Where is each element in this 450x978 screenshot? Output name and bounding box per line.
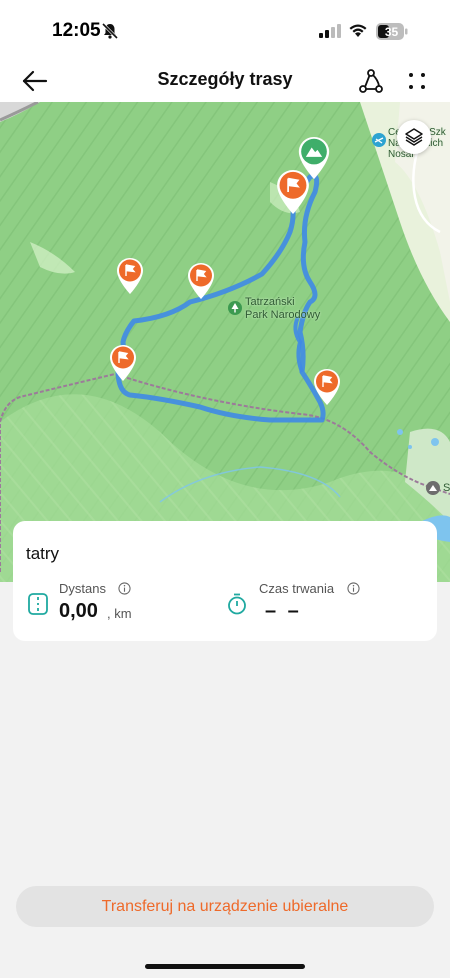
park-label: Tatrzański Park Narodowy — [245, 296, 321, 321]
info-icon[interactable] — [118, 582, 131, 595]
flag-marker-icon[interactable] — [110, 345, 136, 381]
bell-off-icon — [101, 22, 119, 40]
flag-marker-icon[interactable] — [188, 263, 214, 299]
ski-resort-icon — [372, 133, 386, 147]
status-time: 12:05 — [52, 20, 101, 41]
peak-label: S — [443, 482, 450, 494]
route-info-card: tatry Dystans 0,00 , km Czas trwania – – — [13, 521, 437, 641]
duration-label: Czas trwania — [259, 581, 335, 596]
route-map[interactable]: Tatrzański Park Narodowy Centrum Szk Nar… — [0, 102, 450, 582]
battery-level: 35 — [384, 25, 399, 39]
map-layers-button[interactable] — [397, 120, 431, 154]
map-terrain — [0, 102, 450, 582]
distance-icon — [28, 593, 48, 615]
peak-icon — [426, 481, 440, 495]
layers-icon — [405, 128, 423, 146]
start-marker-icon[interactable] — [298, 137, 330, 179]
route-name: tatry — [26, 544, 60, 563]
wifi-icon — [349, 24, 367, 37]
duration-value: – – — [265, 600, 302, 622]
dots-grid-icon — [409, 73, 425, 89]
distance-label: Dystans — [59, 581, 106, 596]
route-icon — [359, 69, 383, 93]
distance-unit: , km — [107, 606, 132, 621]
home-indicator — [145, 964, 305, 969]
stopwatch-icon — [228, 593, 246, 615]
flag-marker-icon[interactable] — [117, 258, 143, 294]
nav-bar: Szczegóły trasy — [0, 62, 450, 102]
park-icon — [228, 301, 242, 315]
transfer-to-wearable-button[interactable]: Transferuj na urządzenie ubieralne — [16, 886, 434, 927]
info-icon[interactable] — [347, 582, 360, 595]
distance-value: 0,00 — [59, 600, 98, 622]
signal-icon — [319, 24, 341, 38]
status-bar: 12:05 35 — [0, 0, 450, 62]
more-options-button[interactable] — [402, 66, 432, 96]
route-edit-button[interactable] — [356, 66, 386, 96]
flag-marker-icon[interactable] — [314, 369, 340, 405]
